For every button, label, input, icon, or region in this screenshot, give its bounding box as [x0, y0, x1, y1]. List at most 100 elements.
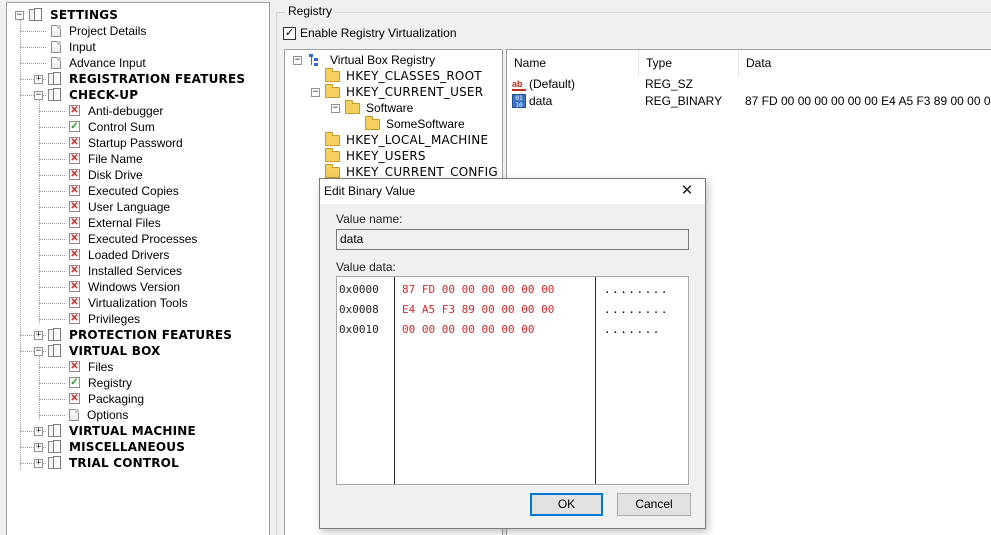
settings-tree-item-executed-copies[interactable]: ✕ Executed Copies: [7, 183, 269, 199]
hex-ascii[interactable]: ........: [604, 280, 669, 300]
page-icon: [51, 41, 61, 53]
cross-icon[interactable]: ✕: [69, 185, 80, 196]
registry-key-somesoftware[interactable]: SomeSoftware: [285, 116, 501, 132]
cross-icon[interactable]: ✕: [69, 265, 80, 276]
hex-address[interactable]: 0x0010: [339, 320, 379, 340]
settings-tree-item-startup-password[interactable]: ✕ Startup Password: [7, 135, 269, 151]
settings-tree-item-windows-version[interactable]: ✕ Windows Version: [7, 279, 269, 295]
cross-icon[interactable]: ✕: [69, 153, 80, 164]
settings-tree-label: External Files: [88, 216, 161, 230]
settings-tree-item-anti-debugger[interactable]: ✕ Anti-debugger: [7, 103, 269, 119]
cross-icon[interactable]: ✕: [69, 105, 80, 116]
folder-icon: [365, 116, 380, 130]
cross-icon[interactable]: ✕: [69, 361, 80, 372]
settings-tree-item-external-files[interactable]: ✕ External Files: [7, 215, 269, 231]
settings-tree-item-virtualization-tools[interactable]: ✕ Virtualization Tools: [7, 295, 269, 311]
expand-icon[interactable]: +: [34, 427, 43, 436]
settings-tree-item-options[interactable]: Options: [7, 407, 269, 423]
cross-icon[interactable]: ✕: [69, 297, 80, 308]
settings-tree-item-user-language[interactable]: ✕ User Language: [7, 199, 269, 215]
settings-tree-item-trial-control[interactable]: + TRIAL CONTROL: [7, 455, 269, 471]
collapse-icon[interactable]: −: [293, 56, 302, 65]
checkbox-checked-icon[interactable]: ✓: [283, 26, 296, 40]
settings-tree-item-control-sum[interactable]: ✓ Control Sum: [7, 119, 269, 135]
cross-icon[interactable]: ✕: [69, 137, 80, 148]
cross-icon[interactable]: ✕: [69, 169, 80, 180]
registry-key-hkey-classes-root[interactable]: HKEY_CLASSES_ROOT: [285, 68, 501, 84]
enable-registry-virtualization-label[interactable]: Enable Registry Virtualization: [300, 26, 457, 40]
settings-tree-item-protection-features[interactable]: + PROTECTION FEATURES: [7, 327, 269, 343]
settings-tree-item-miscellaneous[interactable]: + MISCELLANEOUS: [7, 439, 269, 455]
cross-icon[interactable]: ✕: [69, 313, 80, 324]
hex-bytes[interactable]: 87 FD 00 00 00 00 00 00: [402, 280, 554, 300]
cancel-button[interactable]: Cancel: [617, 493, 691, 516]
registry-key-hkey-users[interactable]: HKEY_USERS: [285, 148, 501, 164]
cross-icon[interactable]: ✕: [69, 217, 80, 228]
settings-tree-item-advance-input[interactable]: Advance Input: [7, 55, 269, 71]
settings-tree-item-project-details[interactable]: Project Details: [7, 23, 269, 39]
collapse-icon[interactable]: −: [311, 88, 320, 97]
settings-tree-label: Executed Copies: [88, 184, 179, 198]
tree-guide-line: [39, 99, 40, 323]
registry-key-hkey-local-machine[interactable]: HKEY_LOCAL_MACHINE: [285, 132, 501, 148]
settings-tree-item-virtual-machine[interactable]: + VIRTUAL MACHINE: [7, 423, 269, 439]
dialog-title-bar[interactable]: Edit Binary Value ✕: [320, 179, 705, 204]
settings-tree-item-packaging[interactable]: ✕ Packaging: [7, 391, 269, 407]
settings-tree-item-input[interactable]: Input: [7, 39, 269, 55]
cross-icon[interactable]: ✕: [69, 233, 80, 244]
expand-icon[interactable]: +: [34, 75, 43, 84]
ok-button[interactable]: OK: [530, 493, 603, 516]
hex-ascii[interactable]: .......: [604, 320, 661, 340]
value-row-default[interactable]: ab (Default) REG_SZ: [512, 76, 982, 92]
expand-icon[interactable]: +: [34, 331, 43, 340]
column-header-name[interactable]: Name: [507, 50, 639, 76]
settings-tree-item-privileges[interactable]: ✕ Privileges: [7, 311, 269, 327]
value-row-data[interactable]: 01 10 data REG_BINARY 87 FD 00 00 00 00 0…: [512, 93, 991, 109]
settings-tree-item-installed-services[interactable]: ✕ Installed Services: [7, 263, 269, 279]
hex-address[interactable]: 0x0000: [339, 280, 379, 300]
settings-tree-item-loaded-drivers[interactable]: ✕ Loaded Drivers: [7, 247, 269, 263]
settings-tree[interactable]: − SETTINGS Project Details Input Advance Inp…: [6, 2, 270, 535]
hex-address[interactable]: 0x0008: [339, 300, 379, 320]
hex-editor[interactable]: 0x0000 87 FD 00 00 00 00 00 00........ 0x0…: [336, 276, 689, 485]
cross-icon[interactable]: ✕: [69, 393, 80, 404]
settings-tree-item-executed-processes[interactable]: ✕ Executed Processes: [7, 231, 269, 247]
tree-guide-line: [39, 303, 65, 304]
hex-ascii[interactable]: ........: [604, 300, 669, 320]
expand-icon[interactable]: +: [34, 459, 43, 468]
registry-key-label: SomeSoftware: [386, 117, 465, 131]
collapse-icon[interactable]: −: [15, 11, 24, 20]
cross-icon[interactable]: ✕: [69, 201, 80, 212]
tree-guide-line: [39, 367, 65, 368]
tree-guide-line: [39, 143, 65, 144]
settings-tree-item-virtual-box[interactable]: − VIRTUAL BOX: [7, 343, 269, 359]
close-icon[interactable]: ✕: [677, 182, 697, 200]
settings-tree-item-check-up[interactable]: − CHECK-UP: [7, 87, 269, 103]
cross-icon[interactable]: ✕: [69, 249, 80, 260]
registry-key-software[interactable]: − Software: [285, 100, 501, 116]
settings-tree-item-file-name[interactable]: ✕ File Name: [7, 151, 269, 167]
collapse-icon[interactable]: −: [331, 104, 340, 113]
settings-tree-item-disk-drive[interactable]: ✕ Disk Drive: [7, 167, 269, 183]
settings-tree-item-files[interactable]: ✕ Files: [7, 359, 269, 375]
expand-icon[interactable]: +: [34, 443, 43, 452]
column-header-type[interactable]: Type: [639, 50, 739, 76]
edit-binary-value-dialog: Edit Binary Value ✕ Value name: data Val…: [319, 178, 706, 529]
checked-icon[interactable]: ✓: [69, 121, 80, 132]
cross-icon[interactable]: ✕: [69, 281, 80, 292]
registry-key-label: HKEY_LOCAL_MACHINE: [346, 133, 489, 147]
hex-bytes[interactable]: E4 A5 F3 89 00 00 00 00: [402, 300, 554, 320]
registry-key-hkey-current-user[interactable]: − HKEY_CURRENT_USER: [285, 84, 501, 100]
settings-tree-item-settings[interactable]: − SETTINGS: [7, 7, 269, 23]
registry-key-virtual-box-registry[interactable]: − Virtual Box Registry: [285, 52, 501, 68]
settings-tree-label: File Name: [88, 152, 143, 166]
settings-tree-item-registry[interactable]: ✓ Registry: [7, 375, 269, 391]
registry-key-label: HKEY_CLASSES_ROOT: [346, 69, 482, 83]
tree-guide-line: [39, 399, 65, 400]
folder-icon: [325, 148, 340, 162]
hex-bytes[interactable]: 00 00 00 00 00 00 00: [402, 320, 534, 340]
column-header-data[interactable]: Data: [739, 50, 991, 76]
enable-registry-virtualization-checkbox[interactable]: ✓ Enable Registry Virtualization: [283, 26, 457, 40]
checked-icon[interactable]: ✓: [69, 377, 80, 388]
settings-tree-item-registration-features[interactable]: + REGISTRATION FEATURES: [7, 71, 269, 87]
